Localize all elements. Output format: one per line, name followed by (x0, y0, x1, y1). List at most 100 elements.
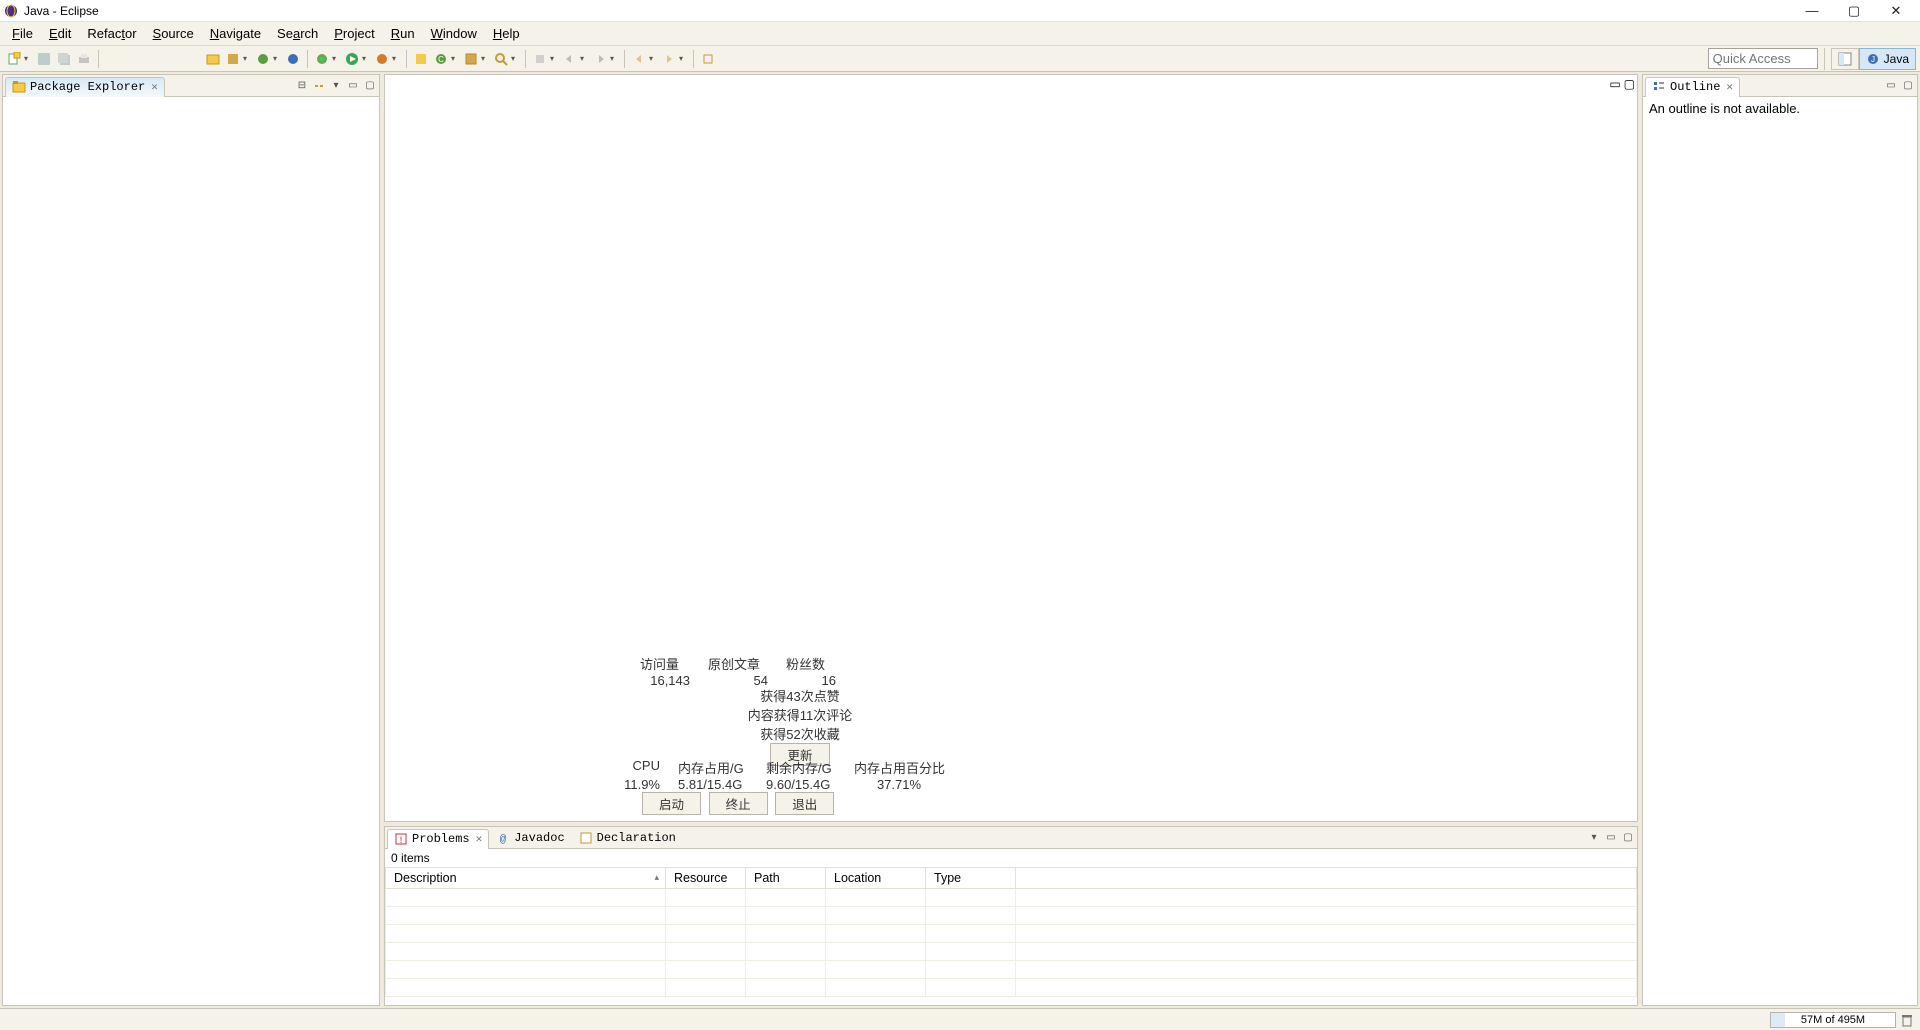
prev-annotation-dropdown[interactable]: ▾ (610, 54, 618, 63)
new-enum-dropdown[interactable]: ▾ (481, 54, 489, 63)
menu-edit[interactable]: Edit (41, 24, 79, 43)
toolbar-separator (693, 50, 694, 68)
open-perspective-button[interactable] (1831, 48, 1859, 70)
table-row[interactable] (386, 979, 1637, 997)
close-icon[interactable]: ✕ (1726, 80, 1733, 94)
heap-bar[interactable]: 57M of 495M (1770, 1012, 1896, 1028)
new-button[interactable] (5, 50, 23, 68)
new-dropdown[interactable]: ▾ (24, 54, 32, 63)
window-close-button[interactable]: ✕ (1884, 3, 1908, 19)
toolbar-separator (624, 50, 625, 68)
maximize-view-button[interactable]: ▢ (363, 79, 377, 93)
coverage-dropdown[interactable]: ▾ (392, 54, 400, 63)
minimize-view-button[interactable]: ▭ (1884, 79, 1898, 93)
minimize-view-button[interactable]: ▭ (346, 79, 360, 93)
back-button[interactable] (630, 50, 648, 68)
new-plugin-button[interactable] (412, 50, 430, 68)
open-type-button[interactable] (284, 50, 302, 68)
floating-control-buttons[interactable]: 启动 终止 退出 (640, 792, 836, 815)
floating-stats-widget[interactable]: 访问量 原创文章 粉丝数 16,143 54 16 (640, 654, 836, 688)
editor-minimize-button[interactable]: ▭ (1609, 77, 1620, 91)
maximize-view-button[interactable]: ▢ (1621, 831, 1635, 845)
gc-button[interactable] (1900, 1013, 1914, 1027)
menu-project[interactable]: Project (326, 24, 382, 43)
toggle-mark-button[interactable] (531, 50, 549, 68)
declaration-tab[interactable]: Declaration (572, 828, 683, 848)
close-icon[interactable]: ✕ (476, 832, 483, 846)
sys-header: CPU (620, 758, 660, 777)
link-editor-button[interactable] (312, 79, 326, 93)
new-enum-button[interactable] (462, 50, 480, 68)
collapse-all-button[interactable]: ⊟ (295, 79, 309, 93)
new-package-dropdown[interactable]: ▾ (243, 54, 251, 63)
menu-search[interactable]: Search (269, 24, 326, 43)
problems-col-path[interactable]: Path (746, 868, 826, 889)
perspective-java-button[interactable]: J Java (1859, 48, 1916, 70)
search-button[interactable] (492, 50, 510, 68)
window-minimize-button[interactable]: — (1800, 3, 1824, 19)
menu-source[interactable]: Source (145, 24, 202, 43)
minimize-view-button[interactable]: ▭ (1604, 831, 1618, 845)
outline-tab[interactable]: Outline ✕ (1645, 77, 1740, 97)
toolbar-separator (98, 50, 99, 68)
menu-window[interactable]: Window (423, 24, 485, 43)
forward-dropdown[interactable]: ▾ (679, 54, 687, 63)
next-annotation-button[interactable] (561, 50, 579, 68)
pin-editor-button[interactable] (699, 50, 717, 68)
menu-file[interactable]: File (4, 24, 41, 43)
print-button[interactable] (75, 50, 93, 68)
view-menu-button[interactable]: ▾ (1587, 831, 1601, 845)
new-class-dropdown[interactable]: ▾ (273, 54, 281, 63)
back-dropdown[interactable]: ▾ (649, 54, 657, 63)
save-all-button[interactable] (55, 50, 73, 68)
problems-table[interactable]: Description▴ Resource Path Location Type (385, 867, 1637, 997)
floating-sysmon-widget[interactable]: CPU 内存占用/G 剩余内存/G 内存占用百分比 11.9% 5.81/15.… (620, 758, 944, 792)
editor-maximize-button[interactable]: ▢ (1624, 77, 1635, 91)
problems-tab-label: Problems (412, 832, 470, 846)
problems-col-resource[interactable]: Resource (666, 868, 746, 889)
run-dropdown[interactable]: ▾ (362, 54, 370, 63)
exit-button[interactable]: 退出 (775, 792, 834, 815)
window-maximize-button[interactable]: ▢ (1842, 3, 1866, 19)
search-dropdown[interactable]: ▾ (511, 54, 519, 63)
table-row[interactable] (386, 889, 1637, 907)
new-class-button[interactable] (254, 50, 272, 68)
close-icon[interactable]: ✕ (151, 80, 158, 94)
run-button[interactable] (343, 50, 361, 68)
problems-col-location[interactable]: Location (826, 868, 926, 889)
floating-likes-widget[interactable]: 获得43次点赞 内容获得11次评论 获得52次收藏 更新 (700, 686, 900, 766)
save-button[interactable] (35, 50, 53, 68)
problems-col-description[interactable]: Description▴ (386, 868, 666, 889)
package-explorer-tab[interactable]: Package Explorer ✕ (5, 77, 165, 97)
problems-col-extra[interactable] (1016, 868, 1637, 889)
view-menu-button[interactable]: ▾ (329, 79, 343, 93)
start-button[interactable]: 启动 (642, 792, 701, 815)
menu-refactor[interactable]: Refactor (79, 24, 144, 43)
forward-button[interactable] (660, 50, 678, 68)
problems-tab[interactable]: ! Problems ✕ (387, 829, 489, 849)
new-package-button[interactable] (224, 50, 242, 68)
toggle-mark-dropdown[interactable]: ▾ (550, 54, 558, 63)
coverage-button[interactable] (373, 50, 391, 68)
table-row[interactable] (386, 943, 1637, 961)
package-explorer-body[interactable] (3, 97, 379, 1005)
menu-help[interactable]: Help (485, 24, 528, 43)
quick-access-input[interactable] (1708, 48, 1818, 69)
stop-button[interactable]: 终止 (709, 792, 768, 815)
prev-annotation-button[interactable] (591, 50, 609, 68)
menu-run[interactable]: Run (383, 24, 423, 43)
debug-button[interactable] (313, 50, 331, 68)
new-java-class-button[interactable]: C (432, 50, 450, 68)
maximize-view-button[interactable]: ▢ (1901, 79, 1915, 93)
javadoc-tab[interactable]: @ Javadoc (489, 828, 571, 848)
table-row[interactable] (386, 925, 1637, 943)
problems-col-type[interactable]: Type (926, 868, 1016, 889)
next-annotation-dropdown[interactable]: ▾ (580, 54, 588, 63)
debug-dropdown[interactable]: ▾ (332, 54, 340, 63)
table-row[interactable] (386, 961, 1637, 979)
menu-navigate[interactable]: Navigate (202, 24, 269, 43)
editor-area[interactable]: ▭ ▢ (384, 74, 1638, 822)
new-java-class-dropdown[interactable]: ▾ (451, 54, 459, 63)
table-row[interactable] (386, 907, 1637, 925)
new-java-project-button[interactable] (204, 50, 222, 68)
